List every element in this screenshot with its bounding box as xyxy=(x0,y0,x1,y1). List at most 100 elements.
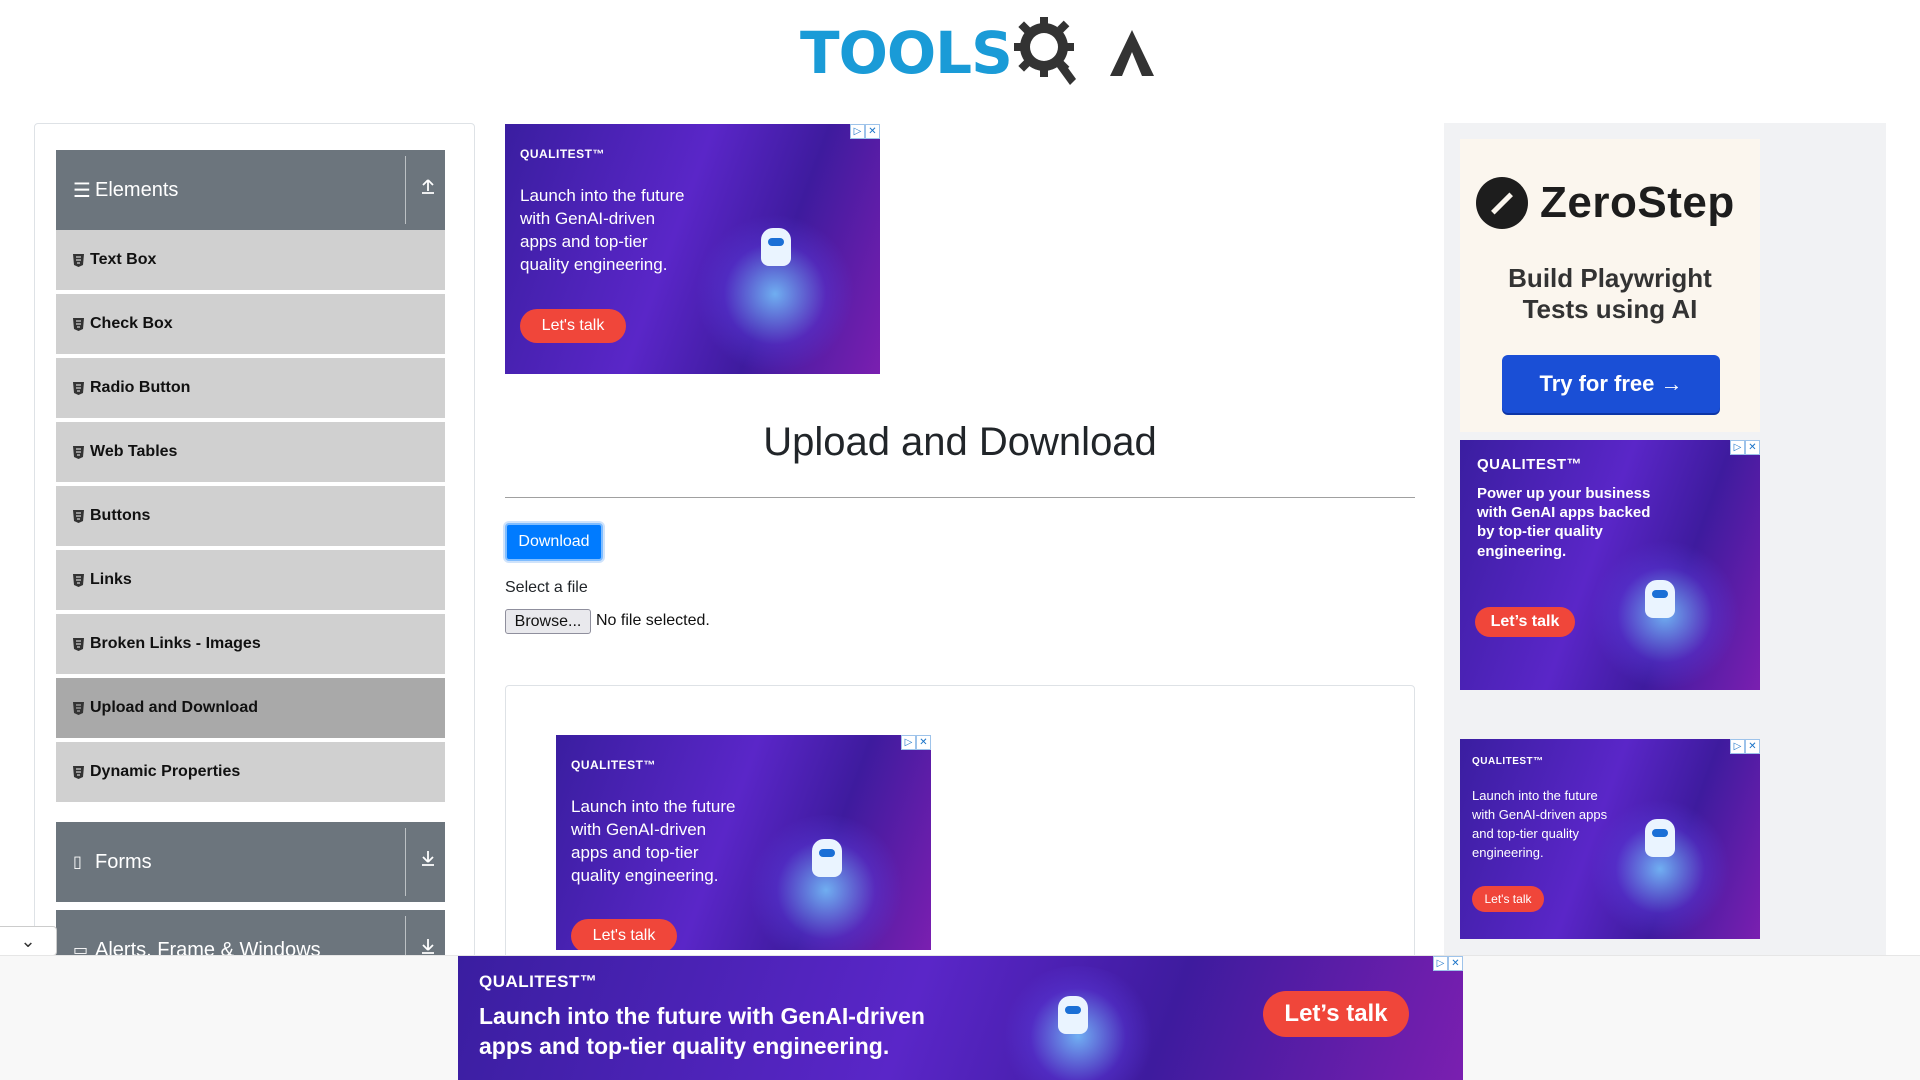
browse-button[interactable]: Browse... xyxy=(505,609,591,634)
hamburger-icon: ☰ xyxy=(73,179,91,202)
upload-arrow-icon[interactable] xyxy=(420,177,436,201)
zerostep-brand: ZeroStep xyxy=(1540,178,1735,227)
sidebar-item-label: Links xyxy=(90,571,132,588)
sidebar-item-label: Buttons xyxy=(90,507,151,524)
ad-close-icon[interactable]: ✕ xyxy=(916,735,931,750)
qualitest-ad-right-2[interactable]: QUALITEST™ Launch into the future with G… xyxy=(1460,739,1760,939)
robot-icon xyxy=(1058,996,1088,1034)
ad-brand: QUALITEST™ xyxy=(520,147,605,161)
chevron-down-icon: ⌄ xyxy=(20,930,36,951)
sidebar-item-label: Web Tables xyxy=(90,443,178,460)
ad-info-icon[interactable]: ▷ xyxy=(1730,739,1745,754)
ad-cta-button[interactable]: Let's talk xyxy=(1472,886,1544,912)
download-arrow-icon[interactable] xyxy=(420,849,436,873)
zerostep-headline-line1: Build Playwright xyxy=(1508,263,1712,293)
ad-info-icon[interactable]: ▷ xyxy=(850,124,865,139)
ad-copy: Launch into the future with GenAI-driven… xyxy=(479,1002,925,1062)
ad-copy: Launch into the future with GenAI-driven… xyxy=(1472,788,1608,860)
sidebar-item-label: Check Box xyxy=(90,315,173,332)
sidebar-item-label: Upload and Download xyxy=(90,699,258,716)
sidebar-item-label: Dynamic Properties xyxy=(90,763,241,780)
ad-brand: QUALITEST™ xyxy=(571,758,656,772)
ad-cta-button[interactable]: Let’s talk xyxy=(1263,991,1409,1037)
ad-info-icon[interactable]: ▷ xyxy=(1433,956,1448,971)
html5-icon xyxy=(70,317,86,331)
ad-cta-button[interactable]: Let's talk xyxy=(571,919,677,950)
adchoices-badge[interactable]: ▷ ✕ xyxy=(850,124,880,139)
qualitest-ad-bottom[interactable]: QUALITEST™ Launch into the future with G… xyxy=(458,956,1463,1080)
html5-icon xyxy=(70,637,86,651)
zerostep-mark-icon xyxy=(1476,177,1528,229)
html5-icon xyxy=(70,573,86,587)
ad-info-icon[interactable]: ▷ xyxy=(1730,440,1745,455)
zerostep-logo: ZeroStep xyxy=(1476,177,1735,229)
adchoices-badge[interactable]: ▷ ✕ xyxy=(1730,440,1760,455)
sidebar-item-broken-links-images[interactable]: Broken Links - Images xyxy=(56,614,445,676)
ad-close-icon[interactable]: ✕ xyxy=(1745,739,1760,754)
sidebar-item-buttons[interactable]: Buttons xyxy=(56,486,445,548)
page-title: Upload and Download xyxy=(763,420,1157,464)
select-file-label: Select a file xyxy=(505,579,588,596)
sidebar-item-upload-and-download[interactable]: Upload and Download xyxy=(56,678,445,740)
gear-magnifier-icon xyxy=(1013,17,1076,85)
ad-brand: QUALITEST™ xyxy=(1477,456,1582,473)
sidebar-item-text-box[interactable]: Text Box xyxy=(56,230,445,292)
html5-icon xyxy=(70,765,86,779)
sidebar-item-web-tables[interactable]: Web Tables xyxy=(56,422,445,484)
ad-brand: QUALITEST™ xyxy=(479,972,598,991)
title-divider xyxy=(505,497,1415,498)
left-sidebar: ☰ Elements Text Box Check Box Radio Butt… xyxy=(34,123,475,958)
ad-info-icon[interactable]: ▷ xyxy=(901,735,916,750)
group-divider xyxy=(405,828,406,896)
sidebar-group-elements[interactable]: ☰ Elements xyxy=(56,150,445,230)
sidebar-group-label: Forms xyxy=(95,850,152,873)
logo-letter-a-icon xyxy=(1110,30,1155,76)
html5-icon xyxy=(70,701,86,715)
download-button[interactable]: Download xyxy=(505,523,603,561)
sidebar-item-check-box[interactable]: Check Box xyxy=(56,294,445,356)
collapse-ad-button[interactable]: ⌄ xyxy=(0,926,57,956)
ad-cta-button[interactable]: Let's talk xyxy=(520,309,626,343)
ad-copy: Launch into the future with GenAI-driven… xyxy=(520,186,685,274)
zerostep-ad[interactable]: ZeroStep Build Playwright Tests using AI… xyxy=(1460,139,1760,432)
adchoices-badge[interactable]: ▷ ✕ xyxy=(1433,956,1463,971)
robot-icon xyxy=(1645,819,1675,857)
sidebar-item-dynamic-properties[interactable]: Dynamic Properties xyxy=(56,742,445,804)
robot-icon xyxy=(812,839,842,877)
form-icon: ▯ xyxy=(73,854,82,871)
qualitest-ad-middle[interactable]: QUALITEST™ Launch into the future with G… xyxy=(556,735,931,950)
ad-brand: QUALITEST™ xyxy=(1472,756,1544,767)
ad-close-icon[interactable]: ✕ xyxy=(865,124,880,139)
sidebar-group-alerts-frame-windows[interactable]: ▭ Alerts, Frame & Windows xyxy=(56,910,445,957)
sidebar-group-label: Elements xyxy=(95,178,179,201)
robot-icon xyxy=(1645,580,1675,618)
html5-icon xyxy=(70,445,86,459)
file-status-text: No file selected. xyxy=(596,612,710,629)
adchoices-badge[interactable]: ▷ ✕ xyxy=(901,735,931,750)
qualitest-ad-right-1[interactable]: QUALITEST™ Power up your business with G… xyxy=(1460,440,1760,690)
qualitest-ad-top[interactable]: QUALITEST™ Launch into the future with G… xyxy=(505,124,880,374)
sidebar-group-forms[interactable]: ▯ Forms xyxy=(56,822,445,902)
ad-cta-button[interactable]: Let’s talk xyxy=(1475,607,1575,637)
zerostep-headline: Build Playwright Tests using AI xyxy=(1460,263,1760,325)
logo-text-tools: TOOLS xyxy=(800,19,1013,87)
sidebar-item-radio-button[interactable]: Radio Button xyxy=(56,358,445,420)
sidebar-item-label: Broken Links - Images xyxy=(90,635,261,652)
ad-copy-line1: Launch into the future with GenAI-driven xyxy=(479,1003,925,1029)
zerostep-headline-line2: Tests using AI xyxy=(1522,294,1698,325)
toolsqa-logo[interactable]: TOOLS QA xyxy=(800,14,1156,92)
page: TOOLS QA xyxy=(0,0,1920,1080)
ad-hologram-art xyxy=(746,815,906,950)
group-divider xyxy=(405,156,406,224)
html5-icon xyxy=(70,253,86,267)
sidebar-item-label: Radio Button xyxy=(90,379,191,396)
html5-icon xyxy=(70,381,86,395)
ad-close-icon[interactable]: ✕ xyxy=(1745,440,1760,455)
ad-close-icon[interactable]: ✕ xyxy=(1448,956,1463,971)
try-for-free-button[interactable]: Try for free → xyxy=(1502,355,1720,413)
adchoices-badge[interactable]: ▷ ✕ xyxy=(1730,739,1760,754)
robot-icon xyxy=(761,228,791,266)
sidebar-item-links[interactable]: Links xyxy=(56,550,445,612)
ad-copy: Launch into the future with GenAI-driven… xyxy=(571,797,736,885)
sidebar-item-label: Text Box xyxy=(90,251,157,268)
